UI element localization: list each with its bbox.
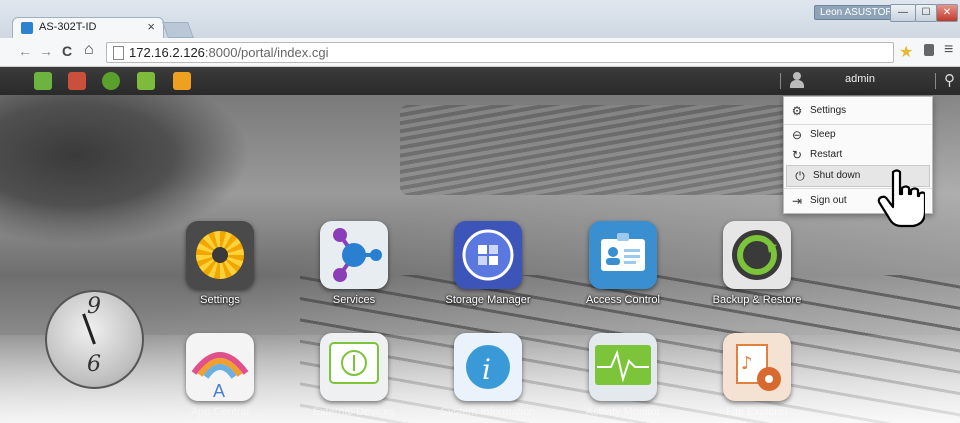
restart-icon: ↻ [791, 148, 803, 162]
taskbar-app-icon[interactable] [137, 72, 155, 90]
app-label: External Devices [312, 406, 396, 418]
storage-manager-icon [454, 221, 522, 289]
app-label: Activity Monitor [585, 406, 661, 418]
menu-item-restart[interactable]: ↻ Restart [784, 145, 932, 165]
storage-disk-icon [462, 229, 514, 281]
app-external-devices[interactable]: External Devices [299, 333, 409, 418]
sleep-icon: ⊖ [791, 128, 803, 142]
app-system-information[interactable]: i System Information [433, 333, 543, 418]
hand-cursor-icon [877, 169, 925, 228]
app-label: System Information [440, 406, 536, 418]
settings-gear-icon [186, 221, 254, 289]
menu-item-label: Sign out [810, 195, 847, 206]
app-access-control[interactable]: Access Control [568, 221, 678, 306]
close-window-button[interactable]: ✕ [936, 4, 958, 22]
minimize-button[interactable]: — [890, 4, 916, 22]
search-icon[interactable]: ⚲ [944, 71, 955, 89]
app-settings[interactable]: Settings [165, 221, 275, 306]
bookmark-star-icon[interactable]: ★ [899, 42, 913, 62]
taskbar-app-icon[interactable] [102, 72, 120, 90]
back-button[interactable]: ← [18, 43, 32, 59]
settings-gear-icon: ⚙ [791, 104, 803, 118]
favicon-icon [21, 22, 33, 34]
taskbar-app-icon[interactable] [173, 72, 191, 90]
extension-icon[interactable] [924, 44, 934, 56]
files-icon: ♪ [736, 344, 781, 391]
tab-close-icon[interactable]: × [147, 19, 155, 34]
backup-circle-icon [732, 230, 782, 280]
page-icon [113, 46, 124, 60]
services-icon [320, 221, 388, 289]
heartbeat-icon [595, 345, 651, 385]
app-app-central[interactable]: A App Central [165, 333, 275, 418]
app-label: App Central [190, 406, 250, 418]
menu-item-label: Settings [810, 105, 847, 116]
app-storage-manager[interactable]: Storage Manager [433, 221, 543, 306]
taskbar-app-icon[interactable] [34, 72, 52, 90]
sign-out-icon: ⇥ [791, 194, 803, 208]
adm-taskbar: admin ⚲ [0, 67, 960, 95]
menu-item-sleep[interactable]: ⊖ Sleep [784, 125, 932, 145]
divider [780, 73, 781, 89]
app-central-rainbow-icon: A [191, 352, 249, 401]
svg-text:i: i [482, 353, 491, 386]
app-activity-monitor[interactable]: Activity Monitor [568, 333, 678, 418]
browser-user-badge[interactable]: Leon ASUSTOR [814, 5, 899, 20]
divider [935, 73, 936, 89]
svg-text:♪: ♪ [741, 353, 753, 374]
home-button[interactable]: ⌂ [84, 41, 94, 59]
background-shed [400, 105, 820, 195]
usb-icon [329, 342, 379, 384]
system-info-icon: i [454, 333, 522, 401]
id-card-icon [601, 233, 645, 271]
power-icon: ⏻ [795, 169, 805, 183]
maximize-button[interactable]: ☐ [915, 4, 937, 22]
browser-menu-icon[interactable]: ≡ [944, 41, 953, 59]
app-file-explorer[interactable]: ♪ File Explorer [702, 333, 812, 418]
url-host: 172.16.2.126 [129, 45, 205, 60]
menu-item-label: Shut down [813, 170, 861, 181]
app-label: Settings [200, 294, 240, 306]
file-explorer-icon: ♪ [723, 333, 791, 401]
address-bar[interactable]: 172.16.2.126:8000/portal/index.cgi [106, 42, 894, 63]
clock-number: 9 [87, 294, 101, 319]
external-devices-icon [320, 333, 388, 401]
access-control-icon [589, 221, 657, 289]
url-text: 172.16.2.126:8000/portal/index.cgi [129, 45, 329, 60]
clock-number: 6 [87, 352, 101, 377]
new-tab-button[interactable] [162, 22, 194, 38]
browser-toolbar: ← → C ⌂ 172.16.2.126:8000/portal/index.c… [0, 38, 960, 67]
app-label: Services [332, 294, 376, 306]
svg-text:A: A [213, 381, 225, 401]
app-backup-restore[interactable]: Backup & Restore [702, 221, 812, 306]
clock-widget: 9 6 [45, 290, 144, 389]
browser-tab[interactable]: AS-302T-ID × [12, 17, 164, 39]
menu-item-settings[interactable]: ⚙ Settings [784, 101, 932, 121]
user-icon[interactable] [790, 72, 804, 88]
info-icon: i [466, 345, 510, 389]
app-central-icon: A [186, 333, 254, 401]
tab-title: AS-302T-ID [39, 21, 97, 33]
app-label: Storage Manager [445, 294, 531, 306]
browser-titlebar: AS-302T-ID × Leon ASUSTOR — ☐ ✕ [0, 0, 960, 39]
services-network-icon [333, 228, 382, 282]
activity-monitor-icon [589, 333, 657, 401]
url-path: :8000/portal/index.cgi [204, 45, 329, 60]
reload-button[interactable]: C [62, 43, 72, 59]
taskbar-app-icon[interactable] [68, 72, 86, 90]
backup-restore-icon [723, 221, 791, 289]
app-label: File Explorer [726, 406, 788, 418]
app-services[interactable]: Services [299, 221, 409, 306]
forward-button[interactable]: → [39, 43, 53, 59]
menu-item-label: Restart [810, 149, 843, 160]
app-label: Backup & Restore [712, 294, 802, 306]
app-label: Access Control [586, 294, 660, 306]
user-name[interactable]: admin [845, 73, 875, 85]
menu-item-label: Sleep [810, 129, 836, 140]
